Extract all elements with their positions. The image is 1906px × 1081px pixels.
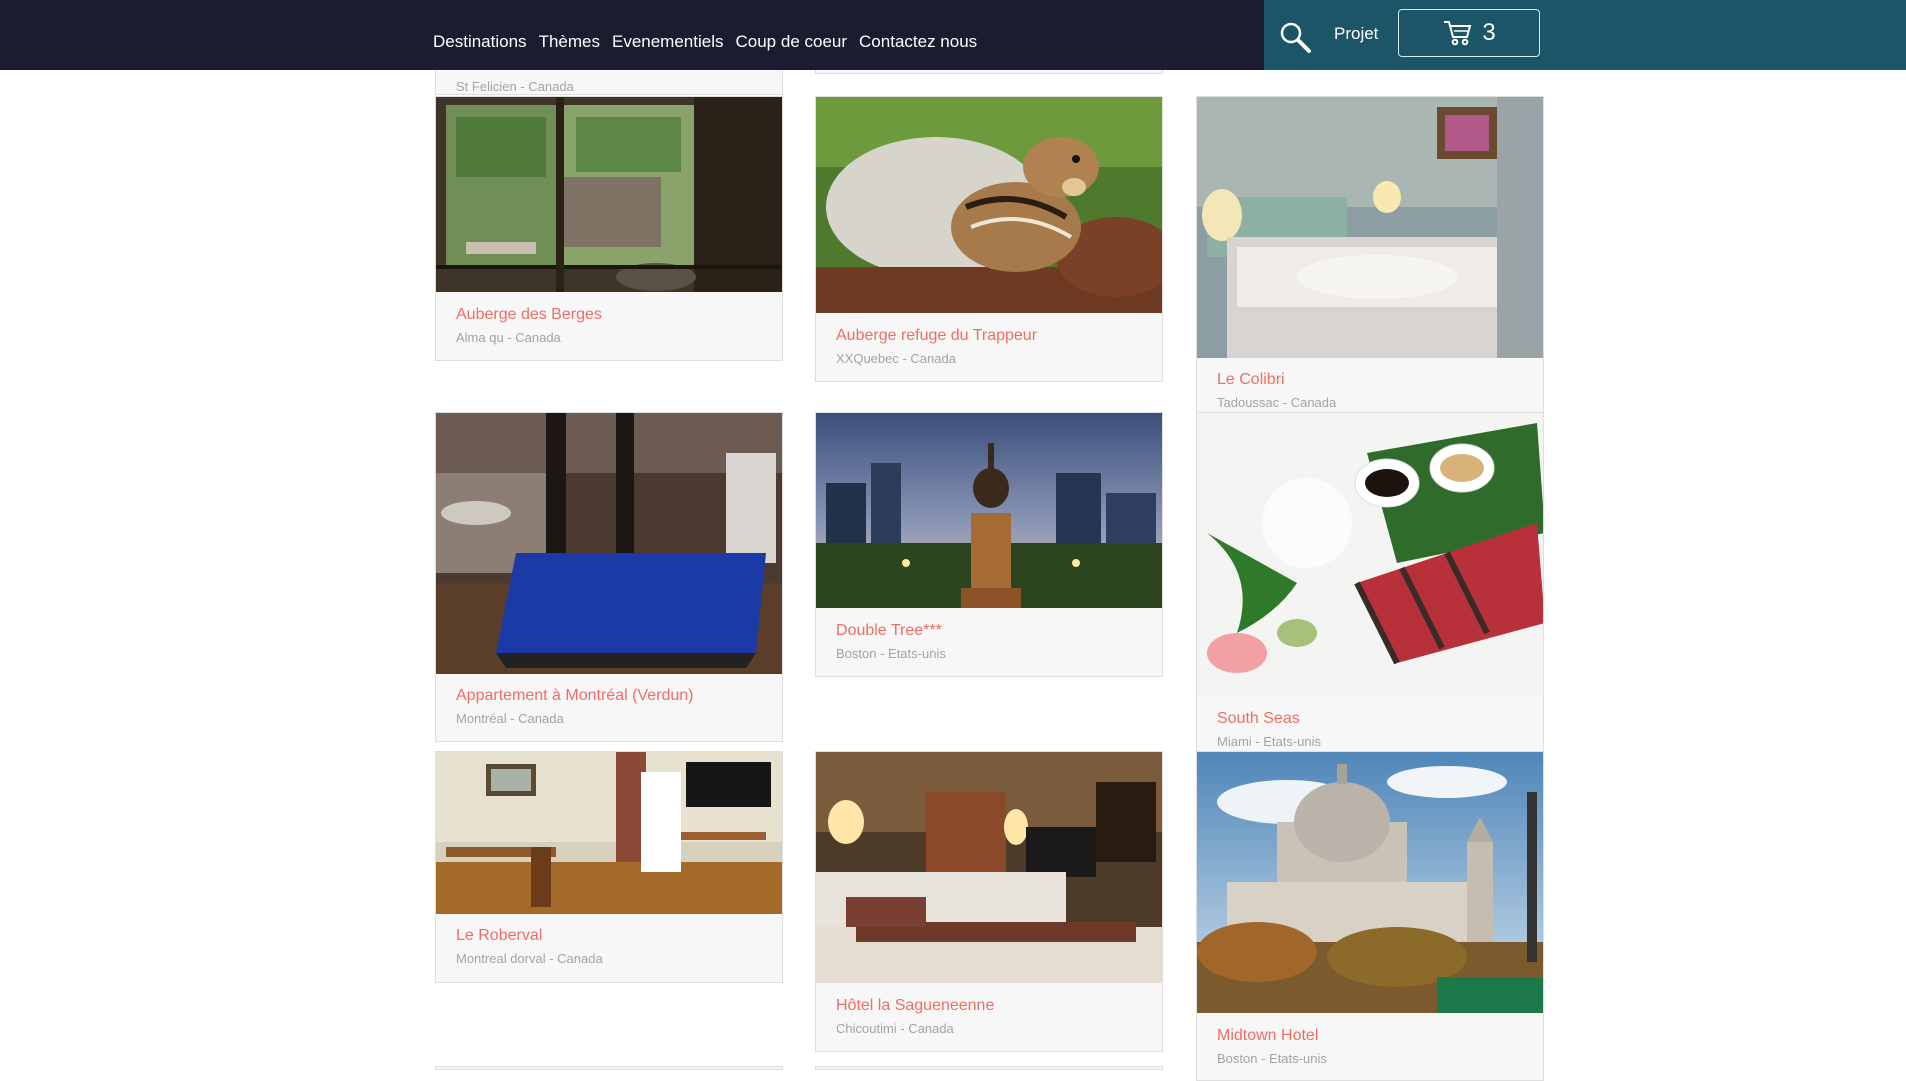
hotel-card[interactable]: Le Colibri Tadoussac - Canada — [1196, 96, 1544, 416]
hotel-card[interactable]: Auberge refuge du Trappeur XXQuebec - Ca… — [815, 96, 1163, 382]
card-title[interactable]: South Seas — [1217, 710, 1300, 728]
card-location: Montréal - Canada — [456, 711, 564, 726]
hotel-card[interactable]: Midtown Hotel Boston - Etats-unis — [1196, 751, 1544, 1081]
card-location: Alma qu - Canada — [456, 330, 561, 345]
main-nav: Destinations Thèmes Evenementiels Coup d… — [433, 0, 989, 70]
card-title[interactable]: Le Roberval — [456, 927, 542, 945]
card-location: Boston - Etats-unis — [1217, 1051, 1327, 1066]
hotel-card-partial[interactable] — [435, 1066, 783, 1070]
card-title[interactable]: Auberge refuge du Trappeur — [836, 327, 1037, 345]
card-title[interactable]: Auberge des Berges — [456, 306, 602, 324]
search-button[interactable] — [1278, 20, 1314, 56]
bedroom-photo[interactable] — [1197, 97, 1543, 358]
projet-link[interactable]: Projet — [1334, 24, 1378, 44]
hotel-room-desk-photo[interactable] — [436, 752, 782, 914]
card-title[interactable]: Le Colibri — [1217, 371, 1285, 389]
chipmunk-photo[interactable] — [816, 97, 1162, 313]
hotel-card[interactable]: Double Tree*** Boston - Etats-unis — [815, 412, 1163, 677]
card-location: Montreal dorval - Canada — [456, 951, 603, 966]
magnifier-icon — [1280, 22, 1311, 53]
basement-air-hockey-photo[interactable] — [436, 413, 782, 674]
hotel-card[interactable]: Hôtel la Sagueneenne Chicoutimi - Canada — [815, 751, 1163, 1052]
cart-button[interactable]: 3 — [1398, 9, 1540, 57]
statue-skyline-photo[interactable] — [816, 413, 1162, 608]
hotel-card-partial[interactable] — [815, 1066, 1163, 1070]
card-title[interactable]: Appartement à Montréal (Verdun) — [456, 687, 693, 705]
tuna-plate-photo[interactable] — [1197, 413, 1543, 696]
hotel-card[interactable]: South Seas Miami - Etats-unis — [1196, 412, 1544, 752]
card-location: XXQuebec - Canada — [836, 351, 956, 366]
nav-destinations[interactable]: Destinations — [433, 32, 527, 52]
toolbar: Projet 3 — [1264, 0, 1906, 70]
card-location: Boston - Etats-unis — [836, 646, 946, 661]
hotel-card[interactable]: Auberge des Berges Alma qu - Canada — [435, 96, 783, 361]
cart-count: 3 — [1482, 19, 1496, 46]
window-view-photo[interactable] — [436, 97, 782, 292]
card-title[interactable]: Midtown Hotel — [1217, 1027, 1318, 1045]
top-navigation-bar: Destinations Thèmes Evenementiels Coup d… — [0, 0, 1906, 70]
nav-coup-de-coeur[interactable]: Coup de coeur — [736, 32, 848, 52]
hotel-bedroom-photo[interactable] — [816, 752, 1162, 983]
hotel-card[interactable]: Le Roberval Montreal dorval - Canada — [435, 751, 783, 983]
domed-church-photo[interactable] — [1197, 752, 1543, 1013]
card-title[interactable]: Hôtel la Sagueneenne — [836, 997, 994, 1015]
card-location: Miami - Etats-unis — [1217, 734, 1322, 749]
card-location: St Felicien - Canada — [456, 79, 574, 94]
shopping-cart-icon — [1444, 21, 1472, 46]
hotel-card[interactable]: Appartement à Montréal (Verdun) Montréal… — [435, 412, 783, 742]
card-location: Tadoussac - Canada — [1217, 395, 1337, 410]
nav-themes[interactable]: Thèmes — [539, 32, 600, 52]
nav-contactez-nous[interactable]: Contactez nous — [859, 32, 977, 52]
nav-evenementiels[interactable]: Evenementiels — [612, 32, 724, 52]
card-title[interactable]: Double Tree*** — [836, 622, 942, 640]
card-location: Chicoutimi - Canada — [836, 1021, 954, 1036]
